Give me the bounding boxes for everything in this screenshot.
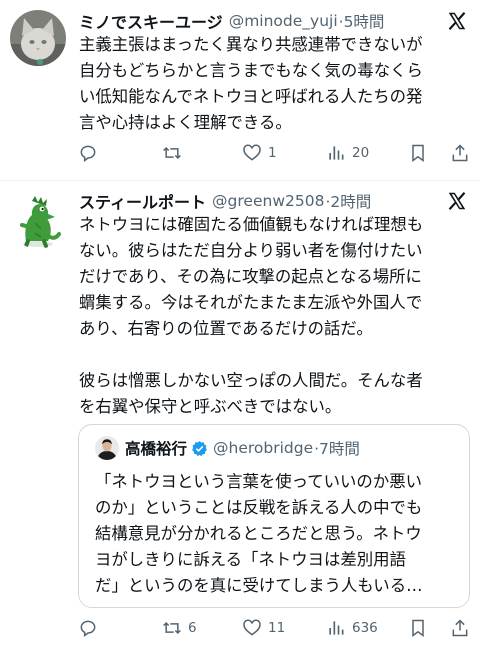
post-time[interactable]: ·5時間: [339, 10, 385, 32]
quote-display-name: 高橋裕行: [125, 440, 188, 458]
user-handle[interactable]: @minode_yuji: [229, 12, 338, 30]
bookmark-icon: [412, 619, 424, 637]
views-icon: [329, 146, 344, 160]
share-button[interactable]: [450, 615, 470, 641]
action-bar: 1 20: [74, 140, 474, 166]
post-header: スティールポート @greenw2508 ·2時間: [79, 188, 436, 214]
display-name[interactable]: スティールポート: [79, 189, 206, 213]
reply-button[interactable]: [78, 140, 104, 166]
repost-icon: [163, 146, 181, 160]
quote-text: 「ネトウヨという言葉を使っていいのか悪い のか」ということは反戦を訴える人の中で…: [95, 472, 423, 595]
reply-icon: [80, 620, 96, 637]
display-name[interactable]: ミノでスキーユージ: [79, 9, 223, 33]
quote-header: 高橋裕行 @herobridge ·7時間: [95, 435, 459, 461]
avatar-green-monster[interactable]: [10, 193, 66, 249]
repost-count: 6: [188, 620, 197, 636]
post-time[interactable]: ·2時間: [325, 190, 371, 212]
bookmark-button[interactable]: [408, 140, 428, 166]
x-logo-icon[interactable]: [446, 10, 468, 32]
quoted-post[interactable]: 高橋裕行 @herobridge ·7時間 「ネトウヨという言葉を使っていいのか…: [78, 424, 470, 608]
bookmark-icon: [412, 144, 424, 162]
views-icon: [329, 621, 344, 635]
views-count: 20: [352, 145, 370, 161]
post-text: ネトウヨには確固たる価値観もなければ理想も ない。彼らはただ自分より弱い者を傷付…: [79, 215, 424, 416]
repost-button[interactable]: [162, 140, 188, 166]
share-icon: [452, 144, 468, 162]
post-text: 主義主張はまったく異なり共感連帯できないが 自分もどちらかと言うまでもなく気の毒…: [79, 35, 423, 132]
quote-avatar: [95, 436, 119, 460]
views-button[interactable]: 20: [326, 140, 369, 166]
bookmark-button[interactable]: [408, 615, 428, 641]
views-button[interactable]: 636: [326, 615, 378, 641]
action-bar: 6 11 636: [74, 615, 474, 641]
avatar-cat[interactable]: [10, 10, 66, 66]
share-icon: [452, 619, 468, 637]
reply-icon: [80, 145, 96, 162]
reply-button[interactable]: [78, 615, 104, 641]
like-icon: [243, 619, 261, 636]
verified-badge-icon: [192, 440, 207, 456]
views-count: 636: [352, 620, 378, 636]
quote-user-handle: @herobridge: [213, 439, 314, 457]
quote-time: ·7時間: [314, 440, 360, 458]
post-greenw2508[interactable]: スティールポート @greenw2508 ·2時間 ネトウヨには確固たる価値観も…: [0, 181, 480, 653]
like-count: 1: [268, 145, 277, 161]
share-button[interactable]: [450, 140, 470, 166]
repost-button[interactable]: 6: [162, 615, 197, 641]
repost-icon: [163, 621, 181, 635]
post-minode-yuji[interactable]: ミノでスキーユージ @minode_yuji ·5時間 主義主張はまったく異なり…: [0, 0, 480, 180]
x-logo-icon[interactable]: [446, 190, 468, 212]
like-icon: [243, 144, 261, 161]
user-handle[interactable]: @greenw2508: [212, 192, 324, 210]
like-button[interactable]: 11: [242, 615, 285, 641]
like-button[interactable]: 1: [242, 140, 277, 166]
like-count: 11: [268, 620, 286, 636]
post-header: ミノでスキーユージ @minode_yuji ·5時間: [79, 8, 436, 34]
